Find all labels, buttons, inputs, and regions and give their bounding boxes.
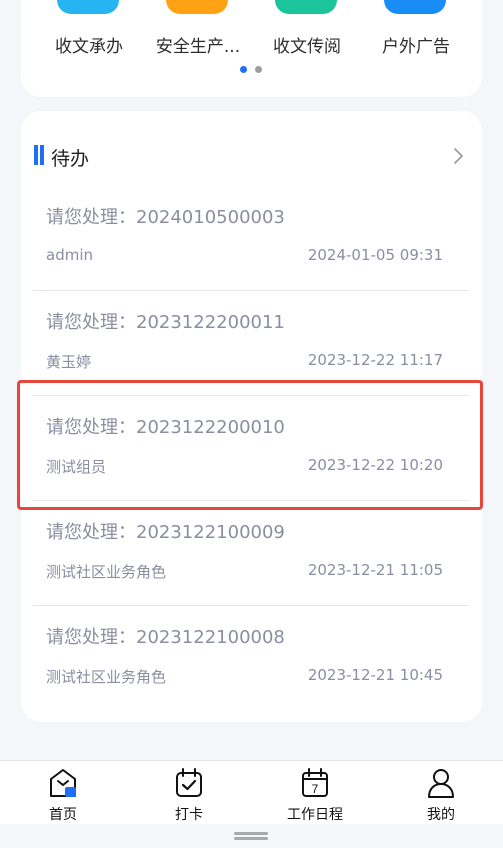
todo-item-time: 2024-01-05 09:31 [307,246,443,264]
todo-item-title: 请您处理：2023122200011 [46,312,285,333]
todo-item-user: 测试社区业务角色 [46,668,167,686]
todo-item-title: 请您处理：2023122200010 [46,417,285,438]
todo-item-title: 请您处理：2024010500003 [46,207,285,228]
todo-item[interactable]: 请您处理：2023122100008 测试社区业务角色 2023-12-21 1… [33,606,469,711]
calendar-day-number: 7 [312,782,319,796]
todo-item-title: 请您处理：2023122100009 [46,522,285,543]
app-label-shouwen-chengban[interactable]: 收文承办 [34,32,144,57]
home-indicator[interactable] [234,832,268,835]
section-accent-bar [34,145,38,165]
tab-work-schedule[interactable]: 7 工作日程 [252,761,378,824]
todo-item-user: 测试社区业务角色 [46,563,167,581]
bottom-tab-bar: 首页 打卡 7 工作日程 我的 [0,760,503,824]
section-accent-bar [40,145,44,165]
todo-item-user: 测试组员 [46,458,107,476]
todo-item[interactable]: 请您处理：2023122200010 测试组员 2023-12-22 10:20 [33,396,469,501]
home-indicator[interactable] [234,837,268,840]
tab-mine[interactable]: 我的 [378,761,503,824]
quick-apps-card: 收文承办 安全生产... 收文传阅 户外广告 [21,0,482,97]
chevron-right-icon[interactable] [449,147,467,165]
todo-section-title: 待办 [51,148,90,170]
todo-item[interactable]: 请您处理：2023122100009 测试社区业务角色 2023-12-21 1… [33,501,469,606]
todo-item-time: 2023-12-21 11:05 [307,561,443,579]
app-label-shouwen-chuanyue[interactable]: 收文传阅 [252,32,362,57]
clock-in-icon [176,768,202,797]
tab-home[interactable]: 首页 [0,761,126,824]
todo-item-user: admin [46,246,93,264]
app-icon-shouwen-chengban[interactable] [57,0,119,14]
tab-work-schedule-label: 工作日程 [287,807,343,823]
pager-dot[interactable] [255,66,262,73]
todo-item-title: 请您处理：2023122100008 [46,627,285,648]
app-icon-huwai-guanggao[interactable] [384,0,446,14]
tab-home-label: 首页 [49,807,77,823]
todo-item[interactable]: 请您处理：2023122200011 黄玉婷 2023-12-22 11:17 [33,291,469,396]
calendar-icon: 7 [302,768,328,797]
todo-item-user: 黄玉婷 [46,353,92,371]
app-icon-anquan-shengchan[interactable] [166,0,228,14]
todo-item-time: 2023-12-22 11:17 [307,351,443,369]
app-label-huwai-guanggao[interactable]: 户外广告 [361,32,471,57]
tab-clock-in-label: 打卡 [175,807,203,823]
home-icon [50,769,76,797]
app-label-anquan-shengchan[interactable]: 安全生产... [143,32,253,57]
tab-clock-in[interactable]: 打卡 [126,761,252,824]
todo-item-time: 2023-12-22 10:20 [307,456,443,474]
todo-item[interactable]: 请您处理：2024010500003 admin 2024-01-05 09:3… [33,186,469,291]
tab-mine-label: 我的 [427,807,455,823]
pager-dot-active[interactable] [240,66,247,73]
todo-card: 待办 请您处理：2024010500003 admin 2024-01-05 0… [21,111,482,722]
user-icon [428,769,454,798]
todo-item-time: 2023-12-21 10:45 [307,666,443,684]
app-icon-shouwen-chuanyue[interactable] [275,0,337,14]
